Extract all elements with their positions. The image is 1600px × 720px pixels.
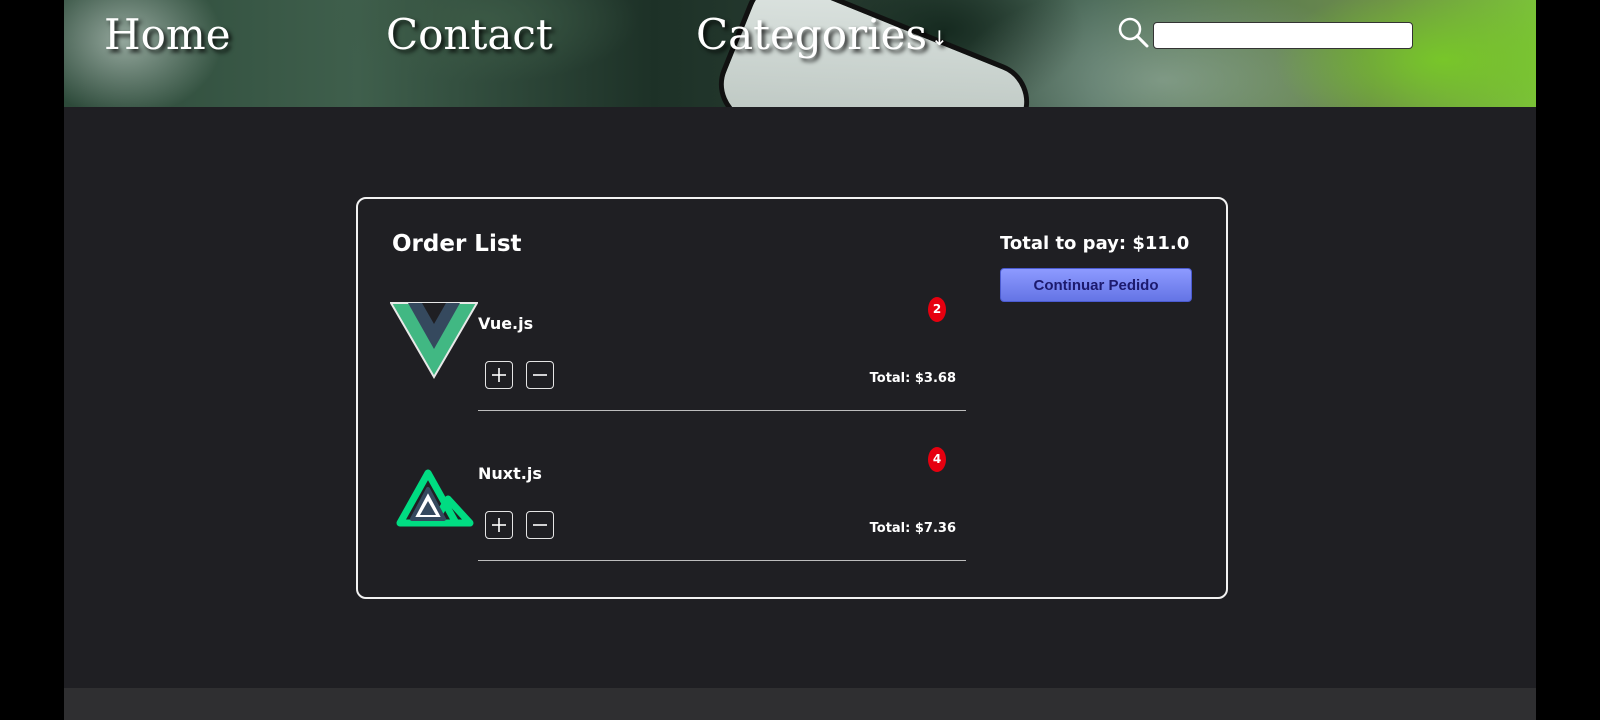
increase-quantity-button[interactable] [485, 361, 513, 389]
item-divider [478, 410, 966, 411]
minus-icon [533, 524, 547, 526]
total-to-pay: Total to pay: $11.0 [1000, 233, 1190, 254]
search-input[interactable] [1153, 22, 1413, 49]
item-total: Total: $7.36 [869, 521, 956, 536]
item-name: Nuxt.js [478, 464, 542, 483]
search-icon[interactable] [1116, 16, 1150, 50]
order-list-title: Order List [392, 231, 522, 257]
header-banner: Home Contact Categories ↓ [64, 0, 1536, 107]
page: Home Contact Categories ↓ Order List Vue.… [64, 0, 1536, 720]
quantity-badge: 2 [928, 297, 946, 322]
quantity-badge: 4 [928, 447, 946, 472]
order-card: Order List Vue.js 2 Total: $3.68 Nuxt.js… [356, 197, 1228, 599]
increase-quantity-button[interactable] [485, 511, 513, 539]
order-item: Nuxt.js 4 Total: $7.36 [390, 447, 966, 587]
nav-home-link[interactable]: Home [104, 10, 231, 59]
vue-logo-icon [390, 302, 478, 379]
nuxt-logo-icon [396, 469, 474, 527]
item-name: Vue.js [478, 314, 534, 333]
continue-order-button[interactable]: Continuar Pedido [1000, 268, 1192, 302]
arrow-down-icon: ↓ [931, 26, 948, 50]
order-item: Vue.js 2 Total: $3.68 [390, 297, 966, 437]
nav-categories-link[interactable]: Categories ↓ [696, 10, 948, 59]
decrease-quantity-button[interactable] [526, 511, 554, 539]
item-divider [478, 560, 966, 561]
footer [64, 688, 1536, 720]
minus-icon [533, 374, 547, 376]
item-total: Total: $3.68 [869, 371, 956, 386]
decrease-quantity-button[interactable] [526, 361, 554, 389]
nav-categories-label: Categories [696, 10, 927, 59]
plus-icon [492, 518, 506, 532]
nav-contact-link[interactable]: Contact [386, 10, 553, 59]
plus-icon [492, 368, 506, 382]
